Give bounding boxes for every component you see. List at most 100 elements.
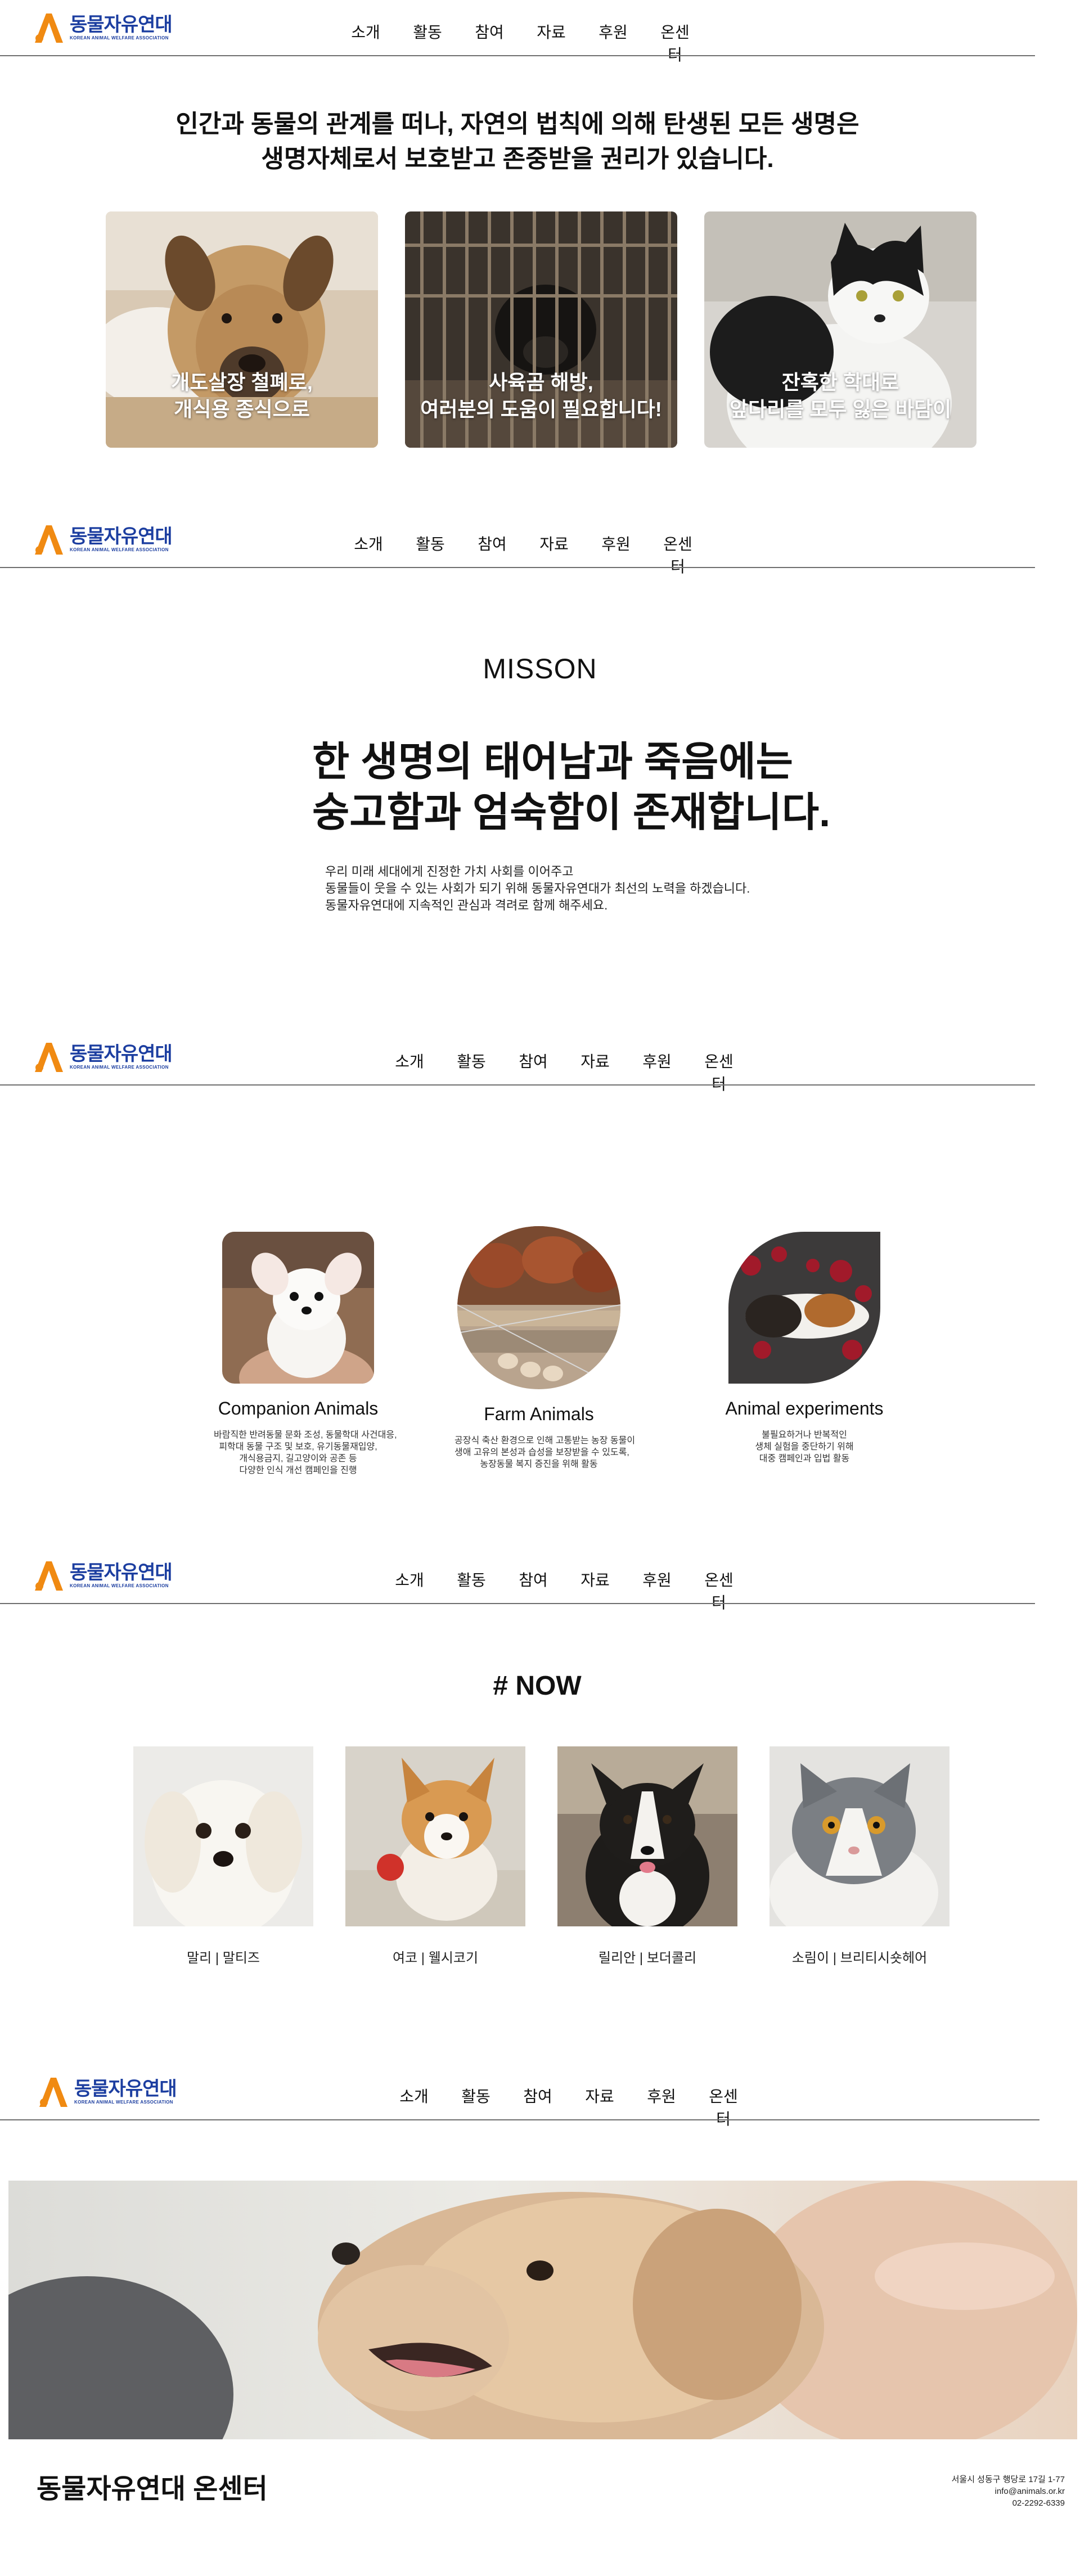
pet-card-british-shorthair[interactable]: 소림이 | 브리티시숏헤어 [770, 1746, 950, 1966]
category-desc: 바람직한 반려동물 문화 조성, 동물학대 사건대응, 피학대 동물 구조 및 … [214, 1429, 397, 1476]
logo-subtitle: KOREAN ANIMAL WELFARE ASSOCIATION [70, 35, 169, 40]
category-desc-line: 공장식 축산 환경으로 인해 고통받는 농장 동물이 [454, 1436, 636, 1445]
now-title: # NOW [493, 1671, 582, 1701]
category-farm[interactable]: Farm Animals 공장식 축산 환경으로 인해 고통받는 농장 동물이 … [454, 1226, 636, 1470]
card-caption-line: 개도살장 철폐로, [171, 371, 313, 394]
oncenter-hero-image [8, 2181, 1077, 2439]
nav-item-donation[interactable]: 후원 [645, 2084, 678, 2129]
nav-item-activity[interactable]: 활동 [413, 532, 447, 577]
nav-item-resources[interactable]: 자료 [578, 1568, 612, 1613]
logo[interactable]: 동물자유연대 KOREAN ANIMAL WELFARE ASSOCIATION [33, 1558, 173, 1592]
nav-item-activity[interactable]: 활동 [454, 1050, 488, 1095]
nav-item-oncenter[interactable]: 온센터 [706, 2084, 740, 2129]
nav-item-oncenter[interactable]: 온센터 [658, 20, 692, 65]
site-header: 동물자유연대 KOREAN ANIMAL WELFARE ASSOCIATION… [0, 1548, 1035, 1611]
nav-item-resources[interactable]: 자료 [537, 532, 571, 577]
border-collie-photo [557, 1746, 737, 1926]
pet-image [770, 1746, 950, 1926]
nav-item-intro[interactable]: 소개 [393, 1568, 426, 1613]
nav-item-participation[interactable]: 참여 [521, 2084, 555, 2129]
category-experiments[interactable]: Animal experiments 불필요하거나 반복적인 생체 실험을 중단… [720, 1232, 889, 1465]
nav-item-intro[interactable]: 소개 [393, 1050, 426, 1095]
category-image [728, 1232, 880, 1384]
card-caption: 잔혹한 학대로 앞다리를 모두 잃은 바담이 [704, 369, 976, 423]
site-header: 동물자유연대 KOREAN ANIMAL WELFARE ASSOCIATION… [0, 2064, 1040, 2128]
logo-name: 동물자유연대 [70, 13, 173, 35]
category-desc-line: 생애 고유의 본성과 습성을 보장받을 수 있도록, [454, 1448, 629, 1457]
footer-address: 서울시 성동구 행당로 17길 1-77 [951, 2475, 1065, 2484]
pet-card-border-collie[interactable]: 릴리안 | 보더콜리 [557, 1746, 737, 1966]
category-title: Farm Animals [484, 1404, 594, 1424]
pet-caption: 릴리안 | 보더콜리 [598, 1951, 697, 1966]
british-shorthair-photo [770, 1746, 950, 1926]
pet-image [557, 1746, 737, 1926]
logo[interactable]: 동물자유연대 KOREAN ANIMAL WELFARE ASSOCIATION [33, 10, 173, 44]
main-nav: 소개 활동 참여 자료 후원 온센터 [349, 20, 720, 65]
nav-item-activity[interactable]: 활동 [454, 1568, 488, 1613]
footer-email[interactable]: info@animals.or.kr [952, 2485, 1065, 2497]
campaign-card-dog-meat[interactable]: 개도살장 철폐로, 개식용 종식으로 [106, 211, 378, 448]
pet-card-corgi[interactable]: 여코 | 웰시코기 [345, 1746, 525, 1966]
category-desc: 불필요하거나 반복적인 생체 실험을 중단하기 위해 대중 캠페인과 입법 활동 [720, 1429, 889, 1465]
logo-subtitle: KOREAN ANIMAL WELFARE ASSOCIATION [70, 547, 169, 552]
category-title: Companion Animals [218, 1398, 379, 1418]
mission-heading: MISSON [483, 653, 597, 684]
section1-title-line: 인간과 동물의 관계를 떠나, 자연의 법칙에 의해 탄생된 모든 생명은 [176, 110, 860, 138]
hens-in-cage-photo [457, 1226, 620, 1389]
mission-quote-line: 한 생명의 태어남과 죽음에는 [312, 740, 793, 785]
logo[interactable]: 동물자유연대 KOREAN ANIMAL WELFARE ASSOCIATION [37, 2074, 177, 2108]
nav-item-intro[interactable]: 소개 [352, 532, 385, 577]
main-nav: 소개 활동 참여 자료 후원 온센터 [393, 1050, 764, 1095]
mission-body: 우리 미래 세대에게 진정한 가치 사회를 이어주고 동물들이 웃을 수 있는 … [325, 863, 750, 914]
mission-body-line: 동물들이 웃을 수 있는 사회가 되기 위해 동물자유연대가 최선의 노력을 하… [325, 881, 750, 895]
category-desc-line: 농장동물 복지 증진을 위해 활동 [480, 1460, 598, 1469]
logo-mark-icon [35, 13, 63, 43]
mission-quote: 한 생명의 태어남과 죽음에는 숭고함과 엄숙함이 존재합니다. [312, 737, 830, 838]
header-divider [0, 2119, 1040, 2120]
logo[interactable]: 동물자유연대 KOREAN ANIMAL WELFARE ASSOCIATION [33, 522, 173, 556]
category-desc-line: 불필요하거나 반복적인 [762, 1430, 847, 1440]
nav-item-resources[interactable]: 자료 [578, 1050, 612, 1095]
nav-item-donation[interactable]: 후원 [640, 1568, 674, 1613]
nav-item-participation[interactable]: 참여 [516, 1050, 550, 1095]
nav-item-activity[interactable]: 활동 [459, 2084, 493, 2129]
golden-retriever-photo [8, 2181, 1077, 2439]
logo-mark-icon [35, 1561, 63, 1591]
site-header: 동물자유연대 KOREAN ANIMAL WELFARE ASSOCIATION… [0, 1029, 1035, 1093]
white-puppy-photo [222, 1232, 374, 1384]
mission-body-line: 동물자유연대에 지속적인 관심과 격려로 함께 해주세요. [325, 898, 608, 912]
section1-title: 인간과 동물의 관계를 떠나, 자연의 법칙에 의해 탄생된 모든 생명은 생명… [0, 107, 1035, 177]
corgi-photo [345, 1746, 525, 1926]
nav-item-intro[interactable]: 소개 [349, 20, 382, 65]
category-desc-line: 대중 캠페인과 입법 활동 [759, 1454, 850, 1463]
nav-item-participation[interactable]: 참여 [472, 20, 506, 65]
nav-item-donation[interactable]: 후원 [596, 20, 630, 65]
footer-phone[interactable]: 02-2292-6339 [952, 2497, 1065, 2509]
nav-item-intro[interactable]: 소개 [397, 2084, 431, 2129]
nav-item-oncenter[interactable]: 온센터 [702, 1568, 736, 1613]
nav-item-participation[interactable]: 참여 [475, 532, 509, 577]
card-caption-line: 개식용 종식으로 [174, 398, 310, 421]
nav-item-activity[interactable]: 활동 [411, 20, 444, 65]
nav-item-donation[interactable]: 후원 [599, 532, 633, 577]
nav-item-donation[interactable]: 후원 [640, 1050, 674, 1095]
nav-item-oncenter[interactable]: 온센터 [661, 532, 695, 577]
category-companion[interactable]: Companion Animals 바람직한 반려동물 문화 조성, 동물학대 … [214, 1232, 397, 1476]
main-nav: 소개 활동 참여 자료 후원 온센터 [352, 532, 723, 577]
nav-item-resources[interactable]: 자료 [583, 2084, 616, 2129]
main-nav: 소개 활동 참여 자료 후원 온센터 [393, 1568, 764, 1613]
campaign-card-cat[interactable]: 잔혹한 학대로 앞다리를 모두 잃은 바담이 [704, 211, 976, 448]
main-nav: 소개 활동 참여 자료 후원 온센터 [397, 2084, 768, 2129]
nav-item-resources[interactable]: 자료 [534, 20, 568, 65]
nav-item-participation[interactable]: 참여 [516, 1568, 550, 1613]
logo[interactable]: 동물자유연대 KOREAN ANIMAL WELFARE ASSOCIATION [33, 1039, 173, 1073]
pet-image [345, 1746, 525, 1926]
campaign-card-bear[interactable]: 사육곰 해방, 여러분의 도움이 필요합니다! [405, 211, 677, 448]
category-desc-line: 피학대 동물 구조 및 보호, 유기동물재입양, [219, 1442, 377, 1452]
pet-card-maltese[interactable]: 말리 | 말티즈 [133, 1746, 313, 1966]
pet-caption: 여코 | 웰시코기 [392, 1951, 479, 1966]
site-header: 동물자유연대 KOREAN ANIMAL WELFARE ASSOCIATION… [0, 0, 1035, 64]
card-caption: 개도살장 철폐로, 개식용 종식으로 [106, 369, 378, 423]
category-image [457, 1226, 620, 1389]
nav-item-oncenter[interactable]: 온센터 [702, 1050, 736, 1095]
